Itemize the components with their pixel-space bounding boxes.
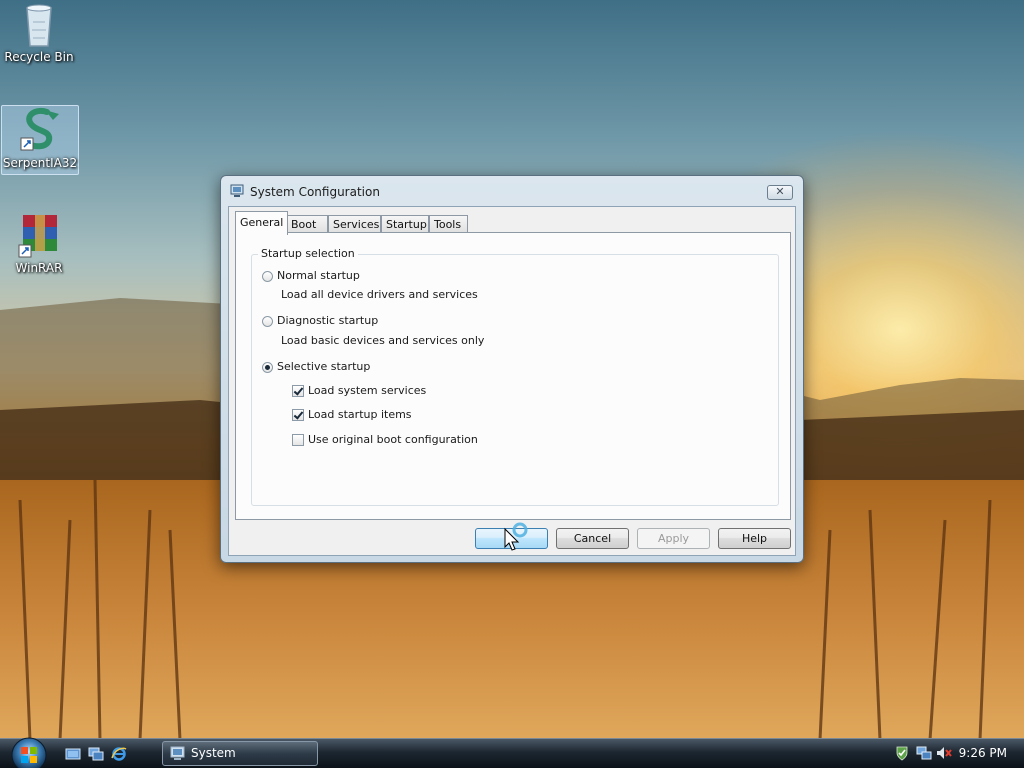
desktop-icon-label: WinRAR — [15, 261, 63, 275]
dialog-client-area: General Boot Services Startup Tools Star… — [228, 206, 796, 556]
system-configuration-dialog: System Configuration ✕ General Boot Serv… — [220, 175, 804, 563]
checkbox[interactable] — [292, 385, 304, 397]
serpent-icon — [20, 108, 59, 151]
busy-cursor-icon — [504, 522, 528, 551]
checkbox-label: Use original boot configuration — [308, 433, 478, 446]
tab-general[interactable]: General — [235, 211, 289, 235]
msconfig-icon — [170, 746, 185, 760]
radio-normal-startup[interactable]: Normal startup — [262, 269, 360, 282]
taskbar-button-system-configuration[interactable]: System Configuration — [162, 741, 318, 766]
checkbox[interactable] — [292, 409, 304, 421]
radio-button[interactable] — [262, 361, 273, 373]
clock[interactable]: 9:26 PM — [959, 746, 1007, 760]
close-button[interactable]: ✕ — [767, 185, 793, 200]
radio-button[interactable] — [262, 315, 273, 327]
group-label: Startup selection — [258, 247, 358, 260]
option-description: Load basic devices and services only — [281, 334, 485, 347]
radio-label: Selective startup — [277, 360, 371, 373]
security-shield-icon[interactable] — [894, 745, 910, 761]
internet-explorer-icon[interactable] — [111, 746, 127, 762]
switch-windows-icon[interactable] — [88, 746, 104, 762]
desktop-icon-label: SerpentIA32 — [2, 156, 78, 170]
general-tab-panel: Startup selection Normal startup Load al… — [235, 232, 791, 520]
desktop-icon-recycle-bin[interactable]: Recycle Bin — [1, 2, 77, 64]
notification-area: 9:26 PM — [888, 739, 1024, 768]
desktop-icon-winrar[interactable]: WinRAR — [1, 213, 77, 275]
winrar-icon — [18, 215, 57, 258]
radio-selective-startup[interactable]: Selective startup — [262, 360, 370, 373]
tab-label: Startup — [386, 218, 427, 231]
taskbar: System Configuration 9:26 PM — [0, 736, 1024, 768]
checkbox-load-startup-items[interactable]: Load startup items — [292, 408, 412, 421]
dialog-titlebar[interactable]: System Configuration ✕ — [221, 176, 803, 206]
dialog-title: System Configuration — [250, 185, 380, 199]
msconfig-icon — [230, 184, 244, 197]
cancel-button[interactable]: Cancel — [556, 528, 629, 549]
desktop-icon-serpentia32[interactable]: SerpentIA32 — [1, 105, 79, 175]
apply-button[interactable]: Apply — [637, 528, 710, 549]
help-button[interactable]: Help — [718, 528, 791, 549]
tab-label: Boot — [291, 218, 317, 231]
startup-selection-group: Startup selection Normal startup Load al… — [251, 247, 779, 506]
radio-diagnostic-startup[interactable]: Diagnostic startup — [262, 314, 378, 327]
checkbox[interactable] — [292, 434, 304, 446]
taskbar-button-label: System Configuration — [191, 746, 236, 760]
checkbox-label: Load system services — [308, 384, 427, 397]
checkbox-load-system-services[interactable]: Load system services — [292, 384, 426, 397]
show-desktop-icon[interactable] — [65, 746, 81, 762]
tab-label: Tools — [434, 218, 462, 231]
checkbox-use-original-boot-config[interactable]: Use original boot configuration — [292, 433, 478, 446]
tab-label: General — [240, 216, 284, 229]
checkbox-label: Load startup items — [308, 408, 412, 421]
desktop: Recycle Bin SerpentIA32 WinRAR System Co… — [0, 0, 1024, 768]
radio-label: Normal startup — [277, 269, 360, 282]
tab-label: Services — [333, 218, 380, 231]
radio-button[interactable] — [262, 270, 273, 282]
network-icon[interactable] — [916, 745, 932, 761]
option-description: Load all device drivers and services — [281, 288, 478, 301]
close-icon: ✕ — [775, 185, 785, 198]
radio-label: Diagnostic startup — [277, 314, 379, 327]
start-orb-icon[interactable] — [10, 736, 48, 768]
desktop-icon-label: Recycle Bin — [4, 50, 74, 64]
recycle-bin-icon — [26, 4, 52, 47]
volume-muted-icon[interactable] — [936, 745, 952, 761]
